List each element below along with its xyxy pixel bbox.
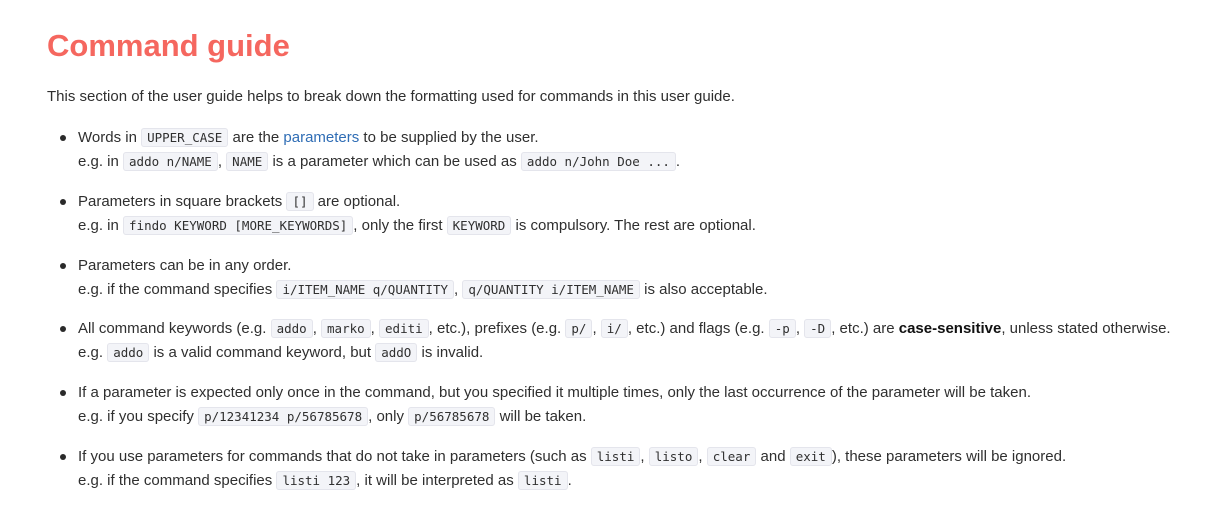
inline-code: NAME bbox=[226, 152, 269, 171]
item-line: Words in UPPER_CASE are the parameters t… bbox=[78, 128, 539, 147]
item-example-line: e.g. if the command specifies listi 123,… bbox=[78, 471, 572, 490]
inline-code: listi bbox=[590, 447, 641, 466]
inline-code: i/ bbox=[600, 319, 628, 338]
inline-code: addO bbox=[375, 343, 418, 362]
inline-code: clear bbox=[706, 447, 757, 466]
bold-text: case-sensitive bbox=[898, 320, 1002, 337]
parameters-link[interactable]: parameters bbox=[283, 129, 359, 146]
inline-code: findo KEYWORD [MORE_KEYWORDS] bbox=[123, 216, 354, 235]
bullet-icon bbox=[60, 454, 66, 460]
item-line: Parameters can be in any order. bbox=[78, 257, 292, 274]
inline-code: addo n/John Doe ... bbox=[520, 152, 676, 171]
inline-code: exit bbox=[789, 447, 832, 466]
item-example-line: e.g. if the command specifies i/ITEM_NAM… bbox=[78, 280, 768, 299]
inline-code: -p bbox=[768, 319, 796, 338]
bullet-icon bbox=[60, 199, 66, 205]
inline-code: KEYWORD bbox=[446, 216, 512, 235]
intro-paragraph: This section of the user guide helps to … bbox=[47, 88, 735, 105]
inline-code: q/QUANTITY i/ITEM_NAME bbox=[462, 280, 640, 299]
inline-code: p/ bbox=[565, 319, 593, 338]
inline-code: listi 123 bbox=[276, 471, 357, 490]
inline-code: [] bbox=[286, 192, 314, 211]
page-title: Command guide bbox=[47, 28, 290, 63]
inline-code: i/ITEM_NAME q/QUANTITY bbox=[276, 280, 455, 299]
inline-code: addo n/NAME bbox=[123, 152, 218, 171]
inline-code: UPPER_CASE bbox=[141, 128, 229, 147]
item-line: All command keywords (e.g. addo, marko, … bbox=[78, 319, 1171, 338]
inline-code: editi bbox=[379, 319, 429, 338]
item-line: If you use parameters for commands that … bbox=[78, 447, 1067, 466]
inline-code: -D bbox=[804, 319, 832, 338]
item-line: Parameters in square brackets [] are opt… bbox=[78, 192, 401, 211]
inline-code: p/56785678 bbox=[408, 407, 496, 426]
bullet-icon bbox=[60, 263, 66, 269]
bullet-icon bbox=[60, 390, 66, 396]
inline-code: addo bbox=[270, 319, 313, 338]
item-example-line: e.g. addo is a valid command keyword, bu… bbox=[78, 343, 484, 362]
bullet-icon bbox=[60, 326, 66, 332]
item-example-line: e.g. if you specify p/12341234 p/5678567… bbox=[78, 407, 587, 426]
inline-code: listi bbox=[517, 471, 568, 490]
inline-code: addo bbox=[107, 343, 150, 362]
inline-code: p/12341234 p/56785678 bbox=[198, 407, 369, 426]
bullet-icon bbox=[60, 135, 66, 141]
inline-code: listo bbox=[648, 447, 699, 466]
item-example-line: e.g. in addo n/NAME, NAME is a parameter… bbox=[78, 152, 681, 171]
item-example-line: e.g. in findo KEYWORD [MORE_KEYWORDS], o… bbox=[78, 216, 756, 235]
item-line: If a parameter is expected only once in … bbox=[78, 384, 1031, 401]
inline-code: marko bbox=[321, 319, 371, 338]
